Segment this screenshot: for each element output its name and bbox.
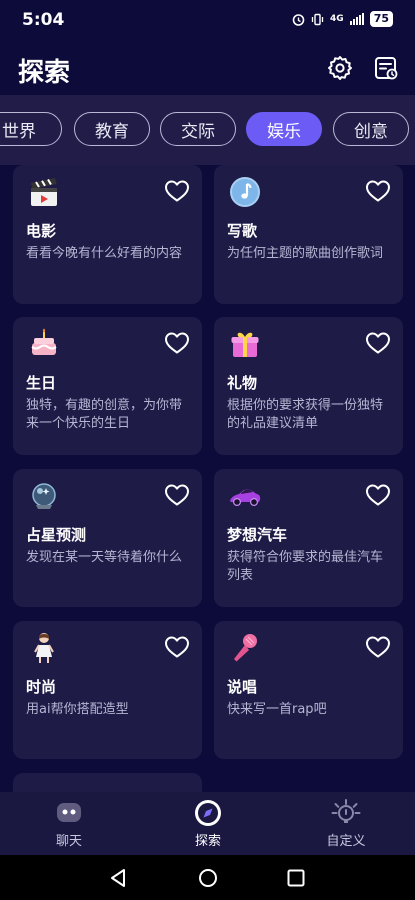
card-songwriting[interactable]: 写歌 为任何主题的歌曲创作歌词 <box>214 165 403 304</box>
card-description: 独特，有趣的创意，为你带来一个快乐的生日 <box>26 398 183 431</box>
card-dream-car[interactable]: 梦想汽车 获得符合你要求的最佳汽车列表 <box>214 469 403 607</box>
card-rap[interactable]: 说唱 快来写一首rap吧 <box>214 621 403 759</box>
signal-icon <box>349 13 364 25</box>
category-tabs: 世界 教育 交际 娱乐 创意 <box>0 95 415 165</box>
system-nav-bar <box>0 855 415 900</box>
card-title: 梦想汽车 <box>227 526 288 544</box>
card-title: 礼物 <box>227 374 258 392</box>
birthday-cake-icon <box>31 328 57 355</box>
card-gift[interactable]: 礼物 根据你的要求获得一份独特的礼品建议清单 <box>214 317 403 455</box>
tab-world[interactable]: 世界 <box>0 112 62 146</box>
history-list-icon[interactable] <box>372 54 400 82</box>
tab-creative[interactable]: 创意 <box>333 112 409 146</box>
battery-icon: 75 <box>369 11 393 27</box>
tab-social[interactable]: 交际 <box>160 112 236 146</box>
favorite-heart-icon[interactable] <box>365 483 391 507</box>
robot-chat-icon <box>57 803 81 822</box>
card-title: 生日 <box>26 374 57 392</box>
sports-car-icon <box>230 489 261 507</box>
gift-box-icon <box>231 332 259 357</box>
card-description: 用ai帮你搭配造型 <box>26 702 129 717</box>
microphone-icon <box>234 634 257 662</box>
page-title: 探索 <box>18 58 71 88</box>
card-partial[interactable] <box>13 773 202 792</box>
explore-card-grid: 电影 看看今晚有什么好看的内容 写歌 为任何主题的歌曲创作歌词 生日 独特，有趣… <box>0 165 415 792</box>
tab-entertainment[interactable]: 娱乐 <box>246 112 322 146</box>
favorite-heart-icon[interactable] <box>365 331 391 355</box>
card-description: 快来写一首rap吧 <box>227 702 327 717</box>
alarm-icon <box>292 13 305 26</box>
tab-education[interactable]: 教育 <box>74 112 150 146</box>
home-circle-icon[interactable] <box>197 867 219 889</box>
favorite-heart-icon[interactable] <box>164 179 190 203</box>
settings-gear-icon[interactable] <box>326 54 354 82</box>
card-title: 时尚 <box>26 678 57 696</box>
lightbulb-icon <box>331 799 361 823</box>
card-title: 写歌 <box>227 222 258 240</box>
favorite-heart-icon[interactable] <box>164 331 190 355</box>
card-movie[interactable]: 电影 看看今晚有什么好看的内容 <box>13 165 202 304</box>
vibrate-icon <box>311 13 324 25</box>
network-type: 4G <box>330 14 344 24</box>
card-description: 发现在某一天等待着你什么 <box>26 550 183 565</box>
card-astrology[interactable]: 占星预测 发现在某一天等待着你什么 <box>13 469 202 607</box>
card-title: 电影 <box>26 222 57 240</box>
crystal-ball-icon <box>32 483 56 509</box>
back-triangle-icon[interactable] <box>107 867 129 889</box>
card-description: 根据你的要求获得一份独特的礼品建议清单 <box>227 398 384 431</box>
page-header: 探索 <box>0 40 415 95</box>
favorite-heart-icon[interactable] <box>365 179 391 203</box>
bottom-nav: 聊天 探索 自定义 <box>0 792 415 855</box>
music-note-icon <box>230 177 260 207</box>
card-description: 看看今晚有什么好看的内容 <box>26 246 183 261</box>
recents-square-icon[interactable] <box>285 867 307 889</box>
card-title: 说唱 <box>227 678 258 696</box>
card-description: 获得符合你要求的最佳汽车列表 <box>227 550 384 583</box>
card-description: 为任何主题的歌曲创作歌词 <box>227 246 384 261</box>
nav-custom[interactable]: 自定义 <box>296 798 396 849</box>
card-birthday[interactable]: 生日 独特，有趣的创意，为你带来一个快乐的生日 <box>13 317 202 455</box>
favorite-heart-icon[interactable] <box>164 635 190 659</box>
card-title: 占星预测 <box>26 526 87 544</box>
favorite-heart-icon[interactable] <box>365 635 391 659</box>
card-fashion[interactable]: 时尚 用ai帮你搭配造型 <box>13 621 202 759</box>
status-time: 5:04 <box>22 10 65 30</box>
status-bar: 5:04 4G 75 <box>0 0 415 40</box>
compass-icon <box>195 800 221 826</box>
nav-explore[interactable]: 探索 <box>158 798 258 849</box>
fashion-girl-icon <box>34 633 54 663</box>
status-icons: 4G 75 <box>292 11 393 27</box>
nav-chat[interactable]: 聊天 <box>19 798 119 849</box>
favorite-heart-icon[interactable] <box>164 483 190 507</box>
clapperboard-icon <box>31 178 57 206</box>
